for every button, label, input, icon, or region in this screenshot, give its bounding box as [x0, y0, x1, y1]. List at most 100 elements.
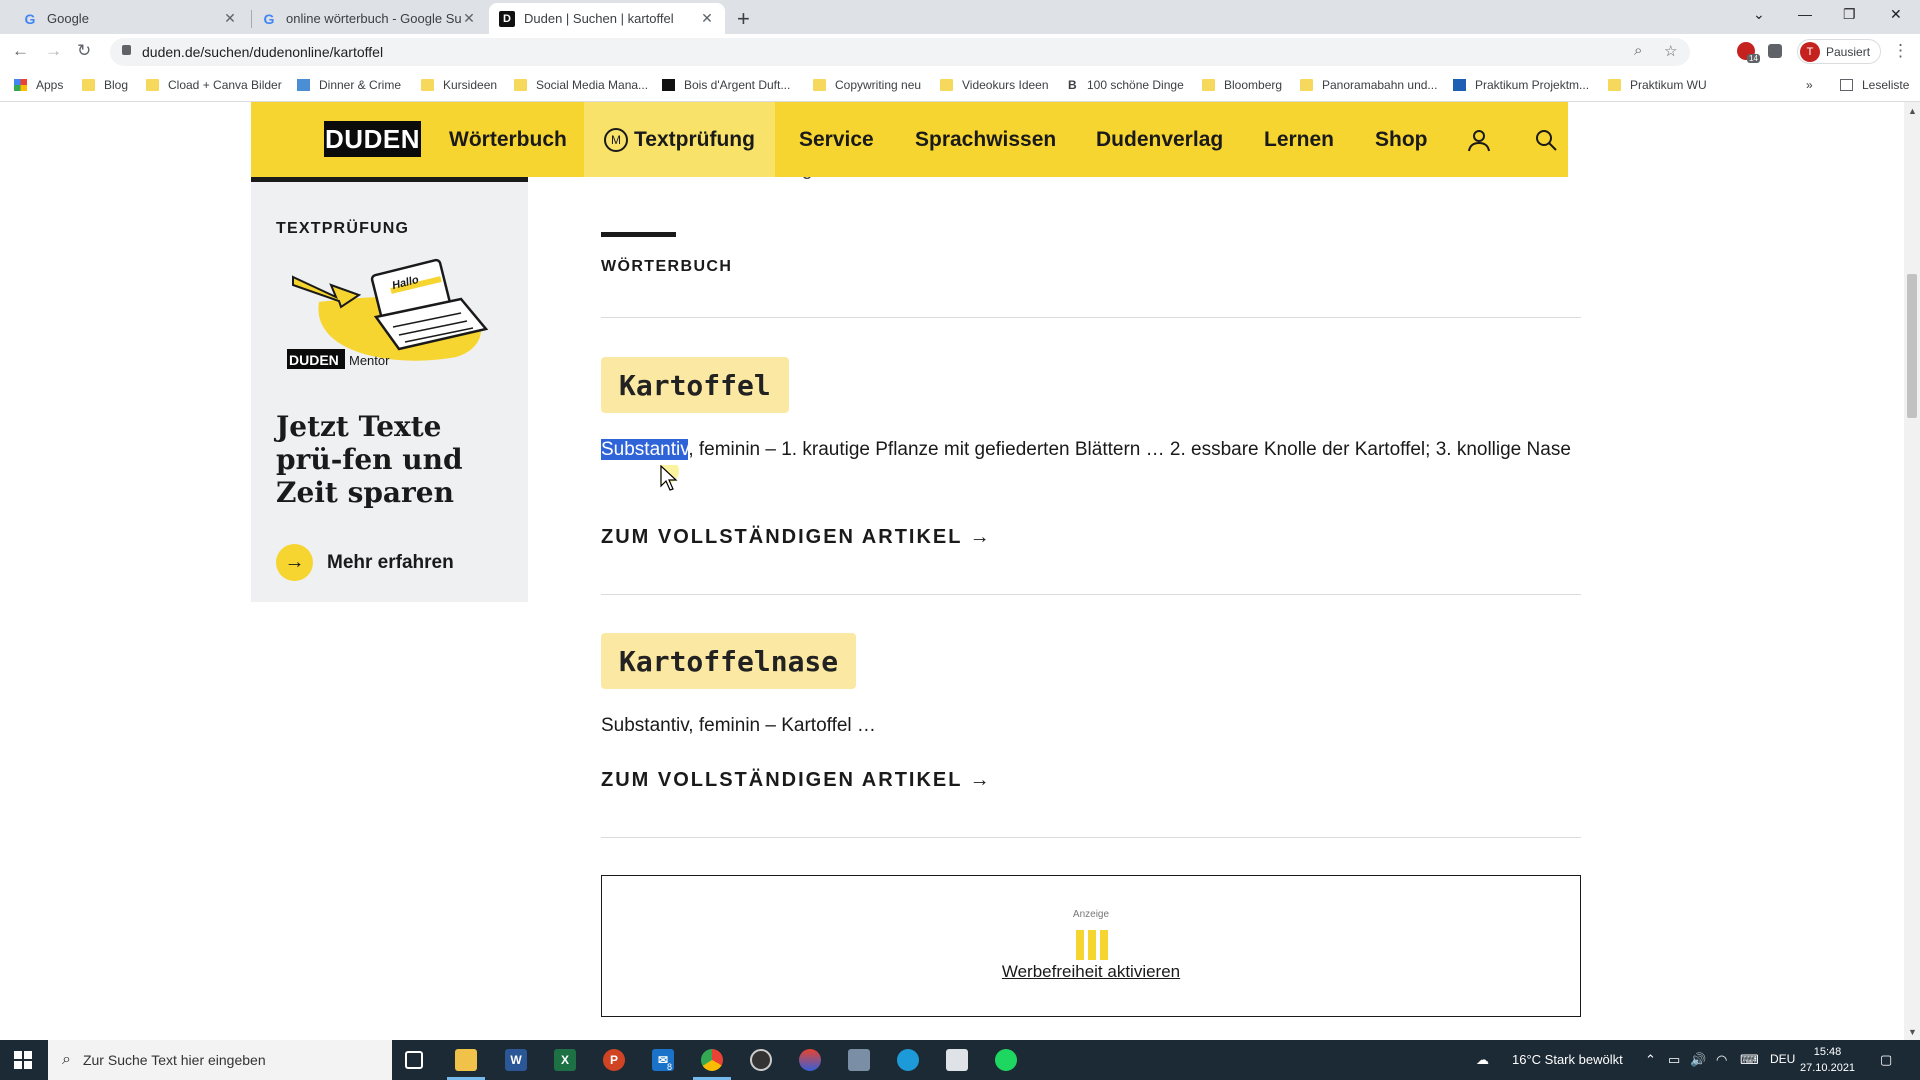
chrome-icon[interactable] — [701, 1049, 723, 1071]
weather-icon[interactable]: ☁ — [1476, 1052, 1489, 1068]
tab-title: online wörterbuch - Google Such — [286, 11, 461, 26]
bookmark-social-media[interactable]: Social Media Mana... — [514, 78, 648, 92]
clock[interactable]: 15:48 27.10.2021 — [1800, 1044, 1855, 1076]
url-input[interactable]: duden.de/suchen/dudenonline/kartoffel ☆ … — [110, 38, 1690, 66]
user-icon[interactable] — [1467, 102, 1491, 177]
bookmark-praktikum-wu[interactable]: Praktikum WU — [1608, 78, 1707, 92]
windows-start-icon[interactable] — [14, 1051, 32, 1069]
scroll-thumb[interactable] — [1907, 274, 1917, 418]
promo-label: TEXTPRÜFUNG — [276, 220, 410, 237]
reading-list[interactable]: Leseliste — [1840, 78, 1909, 92]
site-icon — [662, 79, 675, 91]
scroll-down-icon[interactable]: ▼ — [1908, 1027, 1917, 1037]
close-icon[interactable]: ✕ — [699, 10, 715, 27]
new-tab-button[interactable]: + — [737, 6, 750, 32]
bookmark-100-dinge[interactable]: B 100 schöne Dinge — [1068, 78, 1184, 92]
wifi-icon[interactable]: ◠ — [1716, 1052, 1727, 1068]
page-scrollbar[interactable]: ▲ ▼ — [1904, 102, 1920, 1040]
bookmark-bloomberg[interactable]: Bloomberg — [1202, 78, 1282, 92]
ad-free-link[interactable]: Werbefreiheit aktivieren — [602, 962, 1580, 982]
spotify-icon[interactable] — [995, 1049, 1017, 1071]
bookmark-kursideen[interactable]: Kursideen — [421, 78, 497, 92]
obs-icon[interactable] — [750, 1049, 772, 1071]
tab-search-icon[interactable]: ⌄ — [1753, 6, 1765, 23]
bookmark-praktikum-projekt[interactable]: Praktikum Projektm... — [1453, 78, 1589, 92]
nav-dudenverlag[interactable]: Dudenverlag — [1096, 102, 1223, 177]
folder-icon — [82, 79, 95, 91]
page-viewport: Zurück zur bereichsübergreifenden Suche … — [0, 102, 1904, 1040]
nav-service[interactable]: Service — [799, 102, 874, 177]
nav-woerterbuch[interactable]: Wörterbuch — [449, 102, 567, 177]
puzzle-icon[interactable] — [1768, 44, 1782, 58]
tab-duden[interactable]: D Duden | Suchen | kartoffel ✕ — [489, 3, 725, 34]
excel-icon[interactable]: X — [554, 1049, 576, 1071]
bookmark-panoramabahn[interactable]: Panoramabahn und... — [1300, 78, 1437, 92]
scroll-up-icon[interactable]: ▲ — [1908, 106, 1917, 116]
zoom-icon[interactable]: ⌕ — [1634, 42, 1642, 59]
edge-icon[interactable] — [897, 1049, 919, 1071]
close-icon[interactable]: ✕ — [461, 10, 477, 27]
mentor-m-icon: M — [604, 127, 628, 152]
apps-grid-icon — [14, 79, 27, 91]
nav-lernen[interactable]: Lernen — [1264, 102, 1334, 177]
mentor-logo-duden: DUDEN — [289, 352, 339, 368]
bookmark-star-icon[interactable]: ☆ — [1664, 42, 1677, 60]
nav-sprachwissen[interactable]: Sprachwissen — [915, 102, 1056, 177]
nav-shop[interactable]: Shop — [1375, 102, 1428, 177]
powerpoint-icon[interactable]: P — [603, 1049, 625, 1071]
result-title-kartoffelnase[interactable]: Kartoffelnase — [601, 633, 857, 689]
restore-icon[interactable]: ❐ — [1843, 6, 1856, 23]
window-close-icon[interactable]: ✕ — [1890, 6, 1902, 23]
folder-icon — [1300, 79, 1313, 91]
windows-taskbar: ⌕ Zur Suche Text hier eingeben W X P ✉ 8… — [0, 1040, 1920, 1080]
taskbar-search-input[interactable]: ⌕ Zur Suche Text hier eingeben — [48, 1040, 392, 1080]
volume-icon[interactable]: 🔊 — [1690, 1052, 1706, 1068]
full-article-link[interactable]: ZUM VOLLSTÄNDIGEN ARTIKEL → — [601, 526, 992, 549]
language-indicator[interactable]: DEU — [1770, 1052, 1795, 1066]
tab-google[interactable]: G Google ✕ — [12, 3, 248, 34]
notepad-icon[interactable] — [946, 1049, 968, 1071]
bookmark-copywriting[interactable]: Copywriting neu — [813, 78, 921, 92]
minimize-icon[interactable]: — — [1798, 6, 1812, 22]
avatar: T — [1800, 41, 1820, 62]
profile-status: Pausiert — [1826, 44, 1871, 59]
word-icon[interactable]: W — [505, 1049, 527, 1071]
tab-google-search[interactable]: G online wörterbuch - Google Such ✕ — [251, 3, 487, 34]
keyboard-icon[interactable]: ⌨ — [1740, 1052, 1759, 1068]
result-definition: Substantiv, feminin – 1. krautige Pflanz… — [601, 439, 1571, 460]
tray-overflow-icon[interactable]: ⌃ — [1645, 1052, 1656, 1068]
weather-text[interactable]: 16°C Stark bewölkt — [1512, 1052, 1623, 1067]
menu-dots-icon[interactable]: ⋮ — [1892, 41, 1909, 61]
lock-icon — [122, 45, 131, 55]
close-icon[interactable]: ✕ — [222, 10, 238, 27]
ad-free-logo-icon — [1076, 930, 1108, 960]
nav-textpruefung[interactable]: M Textprüfung — [584, 102, 775, 177]
bookmark-blog[interactable]: Blog — [82, 78, 128, 92]
notification-icon[interactable]: ▢ — [1880, 1052, 1892, 1068]
folder-icon — [421, 79, 434, 91]
url-text: duden.de/suchen/dudenonline/kartoffel — [142, 44, 384, 60]
duden-logo[interactable]: DUDEN — [324, 121, 421, 157]
bookmark-dinner-crime[interactable]: Dinner & Crime — [297, 78, 401, 92]
bookmark-bois-dargent[interactable]: Bois d'Argent Duft... — [662, 78, 790, 92]
search-icon[interactable] — [1534, 102, 1558, 177]
app-icon[interactable] — [799, 1049, 821, 1071]
forward-icon[interactable]: → — [45, 41, 62, 61]
result-title-kartoffel[interactable]: Kartoffel — [601, 357, 789, 413]
jd-icon — [297, 79, 310, 91]
bookmarks-overflow-icon[interactable]: » — [1806, 78, 1813, 92]
full-article-link[interactable]: ZUM VOLLSTÄNDIGEN ARTIKEL → — [601, 769, 992, 792]
bookmark-apps[interactable]: Apps — [14, 78, 63, 92]
bookmark-videokurs[interactable]: Videokurs Ideen — [940, 78, 1049, 92]
back-icon[interactable]: ← — [12, 41, 29, 61]
mehr-erfahren-link[interactable]: → Mehr erfahren — [276, 544, 454, 581]
bookmark-cload-canva[interactable]: Cload + Canva Bilder — [146, 78, 282, 92]
battery-icon[interactable]: ▭ — [1668, 1052, 1680, 1068]
file-explorer-icon[interactable] — [455, 1049, 477, 1071]
reload-icon[interactable]: ↻ — [77, 41, 91, 61]
profile-button[interactable]: T Pausiert — [1797, 39, 1881, 64]
search-icon: ⌕ — [62, 1051, 71, 1068]
address-bar: ← → ↻ duden.de/suchen/dudenonline/kartof… — [0, 34, 1920, 70]
app-icon[interactable] — [848, 1049, 870, 1071]
task-view-icon[interactable] — [405, 1051, 423, 1069]
